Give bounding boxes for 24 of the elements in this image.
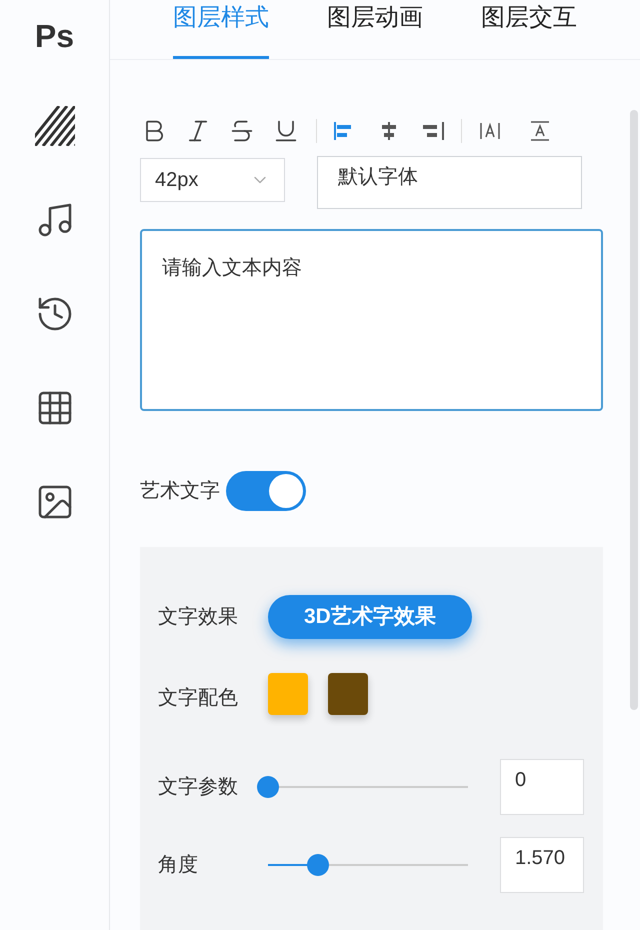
slider-label: 文字参数 <box>158 775 239 800</box>
slider-value-field[interactable]: 1.570 <box>500 837 584 893</box>
font-family-field[interactable]: 默认字体 <box>317 156 582 209</box>
hatch-icon[interactable] <box>34 106 74 146</box>
text-content-field[interactable]: 请输入文本内容 <box>140 229 603 411</box>
slider-label: 角度 <box>158 853 199 878</box>
line-height-icon[interactable] <box>528 119 552 143</box>
3d-effect-button[interactable]: 3D艺术字效果 <box>268 595 472 639</box>
scrollbar[interactable] <box>630 110 638 710</box>
color-swatch[interactable] <box>268 673 308 715</box>
art-text-toggle[interactable] <box>226 471 306 511</box>
slider-handle[interactable] <box>307 854 329 876</box>
art-text-label: 艺术文字 <box>140 479 220 504</box>
tab[interactable]: 图层样式 <box>173 0 269 59</box>
color-label: 文字配色 <box>158 686 239 711</box>
slider-value-field[interactable]: 0 <box>500 759 584 815</box>
color-swatch[interactable] <box>328 673 368 715</box>
effect-label: 文字效果 <box>158 605 239 630</box>
font-size-select[interactable]: 42px <box>140 158 285 202</box>
app-logo: Ps <box>34 20 74 52</box>
align-icon[interactable] <box>421 119 445 143</box>
tab[interactable]: 图层交互 <box>481 0 577 59</box>
slider-handle[interactable] <box>257 776 279 798</box>
tab[interactable]: 图层动画 <box>327 0 423 59</box>
